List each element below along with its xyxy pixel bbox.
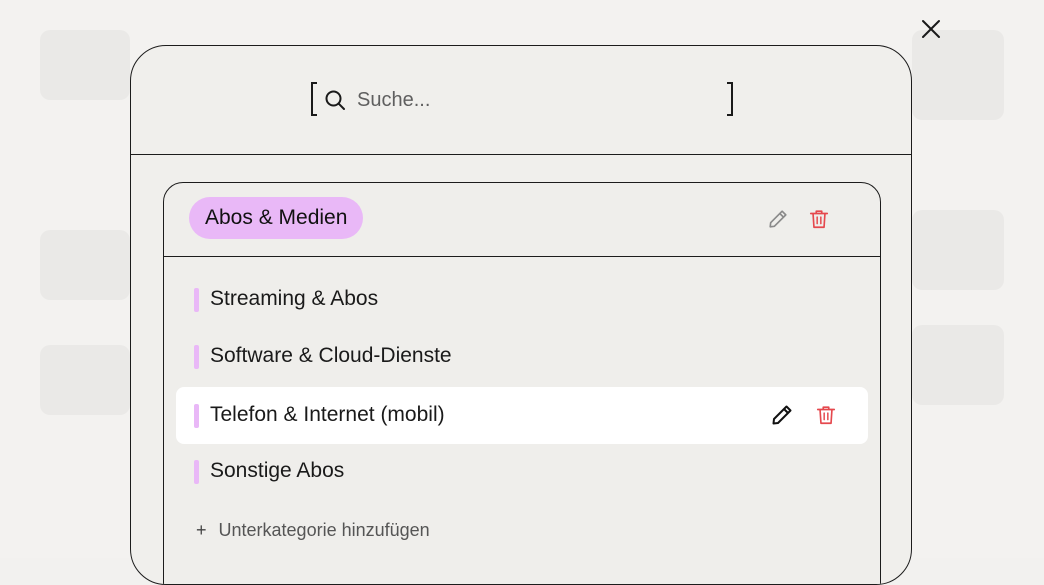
subcategory-item[interactable]: Telefon & Internet (mobil) — [176, 387, 868, 444]
add-subcategory-button[interactable]: + Unterkategorie hinzufügen — [196, 520, 430, 541]
subcategory-color-bar — [194, 345, 199, 369]
close-button[interactable] — [916, 14, 946, 44]
category-badge[interactable]: Abos & Medien — [189, 197, 364, 239]
subcategory-item[interactable]: Streaming & Abos — [176, 271, 868, 328]
search-box[interactable] — [311, 82, 733, 118]
pencil-icon — [769, 210, 787, 228]
category-header: Abos & Medien — [164, 183, 880, 257]
background-element — [912, 325, 1004, 405]
search-input[interactable] — [357, 86, 707, 114]
search-bracket-right — [727, 82, 733, 116]
category-modal: Abos & Medien Streaming — [130, 45, 912, 585]
search-bracket-left — [311, 82, 317, 116]
subcategory-color-bar — [194, 288, 199, 312]
modal-header — [131, 46, 911, 155]
background-element — [40, 345, 130, 415]
delete-category-button[interactable] — [805, 205, 833, 233]
subcategory-label: Sonstige Abos — [210, 459, 345, 482]
trash-icon — [809, 210, 829, 229]
pencil-icon — [772, 405, 792, 425]
search-icon — [325, 90, 345, 110]
background-element — [912, 210, 1004, 290]
edit-subcategory-button[interactable] — [768, 401, 796, 429]
close-icon — [922, 20, 940, 38]
subcategory-label: Telefon & Internet (mobil) — [210, 403, 445, 426]
background-element — [40, 30, 130, 100]
subcategory-color-bar — [194, 460, 199, 484]
subcategory-color-bar — [194, 404, 199, 428]
trash-icon — [816, 406, 836, 425]
subcategory-label: Software & Cloud-Dienste — [210, 344, 452, 367]
delete-subcategory-button[interactable] — [812, 401, 840, 429]
subcategory-item[interactable]: Software & Cloud-Dienste — [176, 328, 868, 385]
add-subcategory-label: Unterkategorie hinzufügen — [218, 520, 430, 540]
category-card: Abos & Medien Streaming & Abos Software … — [163, 182, 881, 584]
subcategory-item[interactable]: Sonstige Abos — [176, 443, 868, 500]
plus-icon: + — [196, 520, 207, 540]
edit-category-button[interactable] — [764, 205, 792, 233]
background-element — [40, 230, 130, 300]
subcategory-label: Streaming & Abos — [210, 287, 379, 310]
